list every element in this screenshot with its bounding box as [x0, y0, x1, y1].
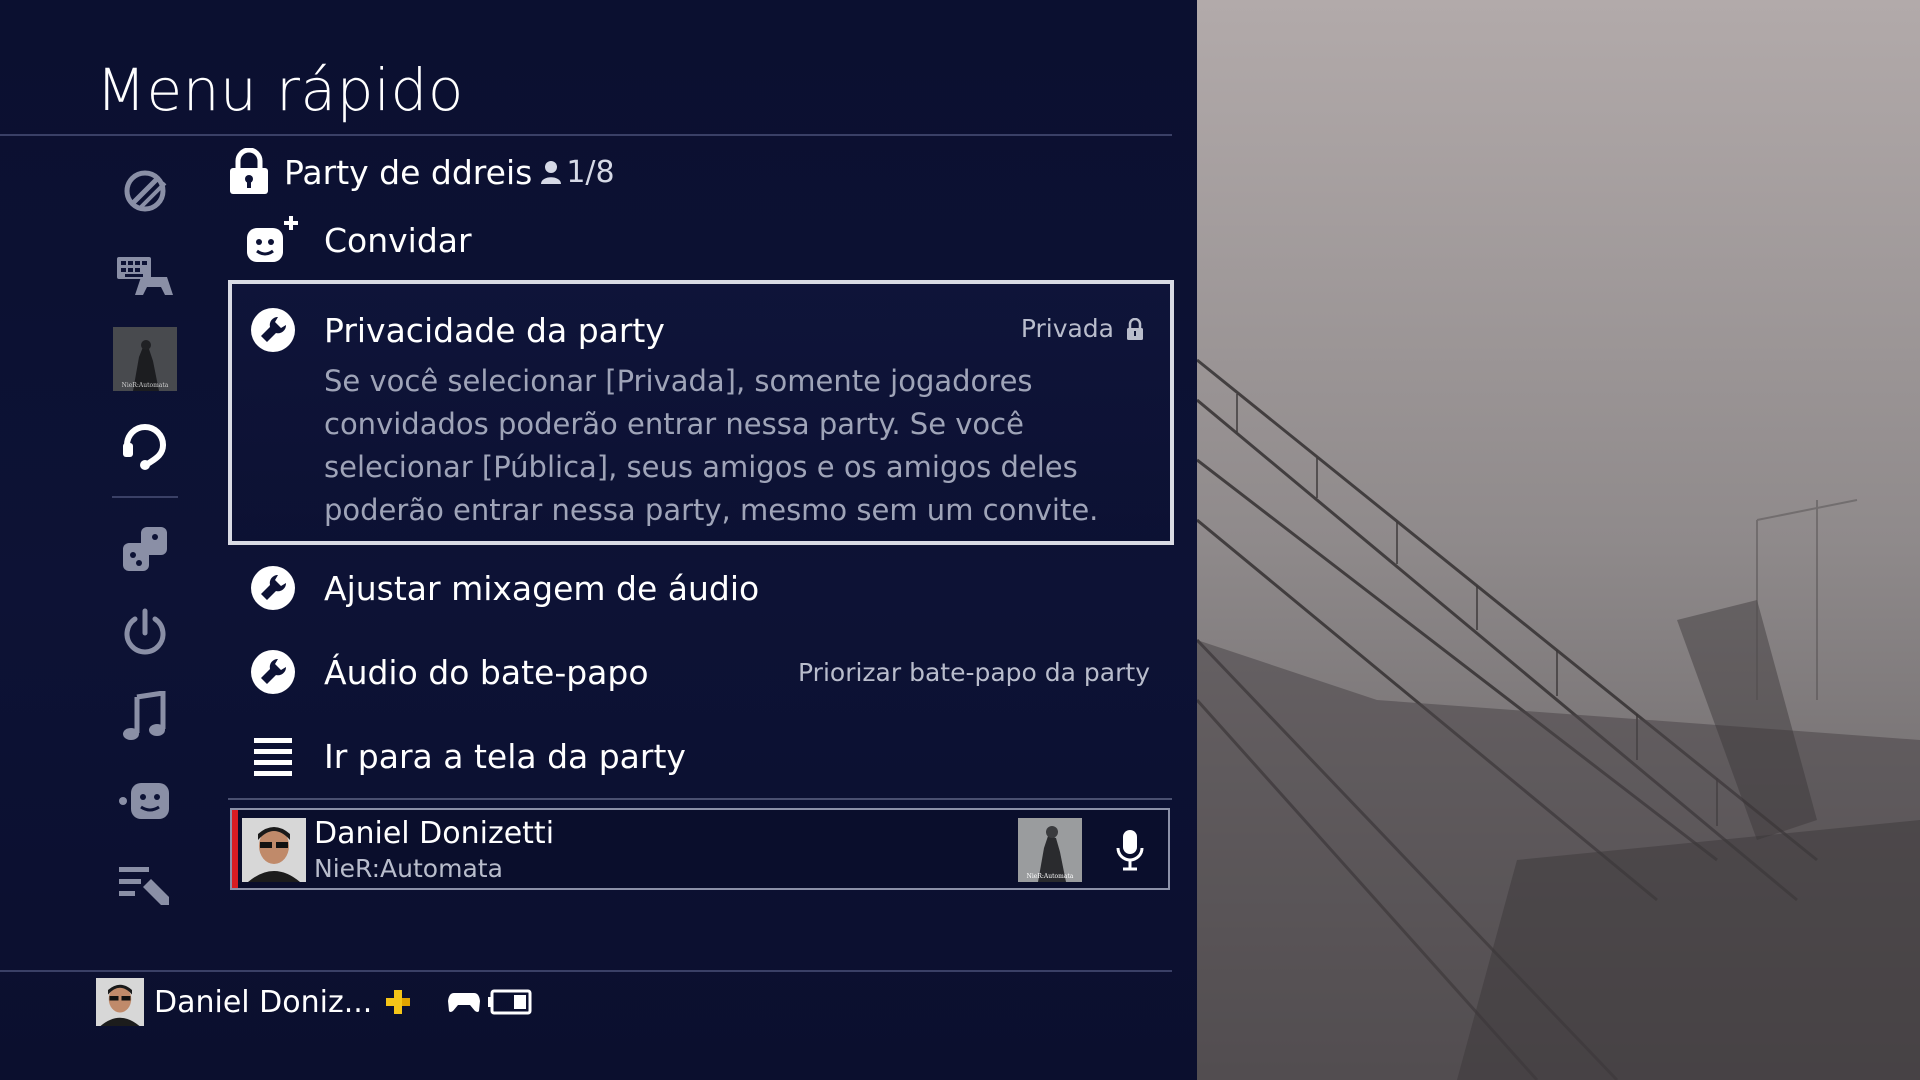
wrench-icon — [238, 642, 308, 702]
lock-icon — [228, 148, 270, 196]
party-member-row[interactable]: Daniel Donizetti NieR:Automata NieR:Auto… — [230, 808, 1170, 890]
customize-list-icon[interactable] — [110, 850, 180, 920]
user-avatar — [96, 978, 144, 1026]
party-privacy-option[interactable]: Privacidade da party Privada Se você sel… — [228, 280, 1174, 545]
member-color-bar — [232, 810, 238, 888]
page-title: Menu rápido — [96, 56, 464, 124]
member-divider — [228, 798, 1172, 800]
svg-text:NieR:Automata: NieR:Automata — [1027, 873, 1074, 880]
privacy-description: Se você selecionar [Privada], somente jo… — [324, 364, 1099, 527]
member-game: NieR:Automata — [314, 854, 503, 883]
controller-icon — [448, 991, 481, 1013]
user-status-bar: Daniel Doniz... — [96, 978, 532, 1026]
audio-mix-row[interactable]: Ajustar mixagem de áudio — [228, 548, 1176, 628]
quick-menu-panel: Menu rápido NieR:Automata Party de ddrei… — [0, 0, 1197, 1080]
headset-icon[interactable] — [110, 408, 180, 478]
background-game-scene — [1197, 0, 1920, 1080]
chat-audio-label: Áudio do bate-papo — [324, 652, 649, 692]
crane-illustration — [1197, 0, 1920, 1080]
invite-label: Convidar — [324, 220, 472, 260]
wrench-icon — [238, 558, 308, 618]
wrench-icon — [238, 300, 308, 360]
user-name: Daniel Doniz... — [154, 984, 373, 1020]
member-name: Daniel Donizetti — [314, 816, 555, 851]
header-divider — [0, 134, 1172, 136]
invite-friend-icon — [238, 210, 308, 270]
music-note-icon[interactable] — [110, 682, 180, 752]
party-name: Party de ddreis — [284, 152, 533, 192]
friend-face-icon[interactable] — [110, 766, 180, 836]
party-header: Party de ddreis 1/8 — [228, 144, 615, 200]
go-to-party-label: Ir para a tela da party — [324, 736, 686, 776]
chat-audio-row[interactable]: Áudio do bate-papo Priorizar bate-papo d… — [228, 632, 1176, 712]
person-icon — [540, 160, 562, 184]
party-member-count: 1/8 — [540, 155, 615, 190]
footer-divider — [0, 970, 1172, 972]
avatar — [242, 818, 306, 882]
member-game-thumbnail: NieR:Automata — [1018, 818, 1082, 882]
small-lock-icon — [1126, 317, 1144, 340]
audio-mix-label: Ajustar mixagem de áudio — [324, 568, 760, 608]
privacy-value: Privada — [1021, 314, 1144, 343]
list-menu-icon — [238, 726, 308, 786]
ps-plus-icon — [384, 988, 412, 1016]
chat-audio-value: Priorizar bate-papo da party — [798, 657, 1150, 687]
battery-icon — [488, 989, 532, 1015]
do-not-disturb-icon[interactable] — [110, 156, 180, 226]
microphone-icon[interactable] — [1102, 822, 1158, 878]
invite-row[interactable]: Convidar — [228, 200, 1176, 280]
power-icon[interactable] — [110, 598, 180, 668]
keyboard-controller-icon[interactable] — [110, 240, 180, 310]
svg-text:NieR:Automata: NieR:Automata — [122, 382, 169, 389]
game-thumbnail-icon[interactable]: NieR:Automata — [110, 324, 180, 394]
sidebar-divider — [112, 496, 178, 498]
go-to-party-row[interactable]: Ir para a tela da party — [228, 716, 1176, 796]
privacy-label: Privacidade da party — [324, 310, 665, 350]
puzzle-icon[interactable] — [110, 514, 180, 584]
